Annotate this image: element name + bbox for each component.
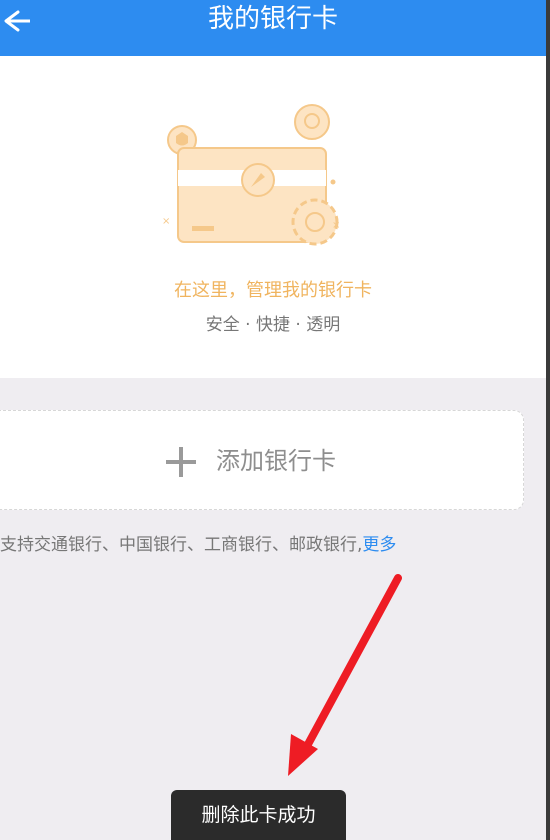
screen-edge (546, 0, 550, 840)
page-title: 我的银行卡 (207, 4, 338, 34)
toast-message: 删除此卡成功 (171, 790, 346, 840)
hero-tagline: 在这里，管理我的银行卡 (174, 280, 372, 301)
supported-banks-text: 支持交通银行、中国银行、工商银行、邮政银行,更多 (0, 530, 396, 555)
plus-icon (166, 447, 196, 477)
svg-text:×: × (332, 220, 340, 231)
hero-section: × × 在这里，管理我的银行卡 安全 · 快捷 · 透明 (0, 56, 546, 378)
supported-banks-list: 支持交通银行、中国银行、工商银行、邮政银行, (0, 535, 363, 555)
hero-features: 安全 · 快捷 · 透明 (205, 315, 341, 335)
add-bank-card-label: 添加银行卡 (216, 447, 336, 475)
more-banks-link[interactable]: 更多 (362, 535, 396, 555)
app-header: 我的银行卡 (0, 0, 546, 56)
bank-card-illustration: × × (162, 104, 340, 246)
svg-text:×: × (162, 216, 170, 227)
add-bank-card-button[interactable]: 添加银行卡 (0, 410, 524, 510)
